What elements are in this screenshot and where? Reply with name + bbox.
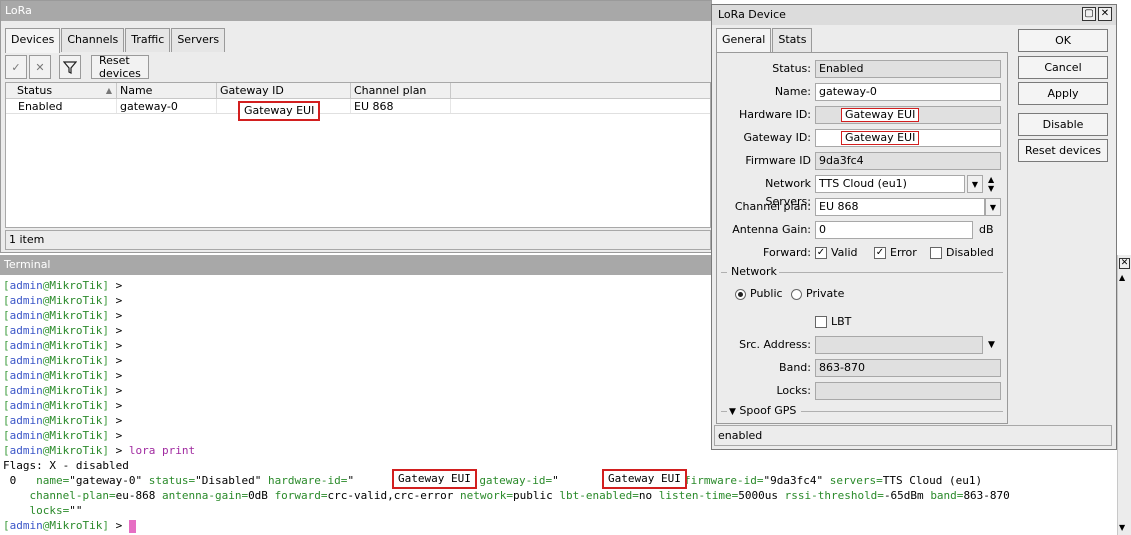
column-name[interactable]: Name bbox=[117, 83, 217, 98]
close-icon[interactable]: ✕ bbox=[1098, 7, 1112, 21]
locks-label: Locks: bbox=[776, 384, 811, 397]
table-row[interactable]: Enabled gateway-0 Gateway EUI EU 868 bbox=[6, 99, 710, 121]
lora-window: LoRa Devices Channels Traffic Servers ✓ … bbox=[0, 0, 712, 253]
firmware-id-label: Firmware ID bbox=[745, 154, 811, 167]
tab-channels[interactable]: Channels bbox=[61, 28, 125, 52]
lora-window-title: LoRa bbox=[1, 1, 711, 21]
checkbox-checked-icon: ✓ bbox=[874, 247, 886, 259]
tab-devices[interactable]: Devices bbox=[5, 28, 61, 53]
close-icon[interactable]: ✕ bbox=[1119, 258, 1130, 269]
apply-button[interactable]: Apply bbox=[1018, 82, 1108, 105]
network-servers-dropdown-icon[interactable]: ▼ bbox=[967, 175, 983, 193]
terminal-cursor bbox=[128, 519, 136, 533]
reorder-icon[interactable]: ▲ ▼ bbox=[988, 175, 994, 193]
item-count: 1 item bbox=[5, 230, 711, 250]
public-radio[interactable]: Public bbox=[735, 285, 783, 303]
cell-name: gateway-0 bbox=[117, 99, 217, 113]
band-field: 863-870 bbox=[815, 359, 1001, 377]
checkbox-checked-icon: ✓ bbox=[815, 247, 827, 259]
filter-button[interactable] bbox=[59, 55, 81, 79]
entry-line-2: channel-plan=eu-868 antenna-gain=0dB for… bbox=[29, 489, 1010, 502]
lora-tabs: Devices Channels Traffic Servers bbox=[5, 28, 226, 53]
antenna-gain-input[interactable]: 0 bbox=[815, 221, 973, 239]
hardware-id-redaction: Gateway EUI bbox=[392, 469, 477, 489]
gateway-id-input[interactable]: Gateway EUI bbox=[815, 129, 1001, 147]
tab-servers[interactable]: Servers bbox=[171, 28, 226, 52]
reset-devices-button[interactable]: Reset devices bbox=[1018, 139, 1108, 162]
network-servers-select[interactable]: TTS Cloud (eu1) bbox=[815, 175, 965, 193]
enable-button[interactable]: ✓ bbox=[5, 55, 27, 79]
entry-line-1: 0 name="gateway-0" status="Disabled" har… bbox=[3, 469, 1117, 489]
flags-line: Flags: X - disabled bbox=[3, 459, 129, 472]
antenna-gain-unit: dB bbox=[979, 223, 994, 236]
channel-plan-dropdown-icon[interactable]: ▼ bbox=[985, 198, 1001, 216]
collapse-triangle-icon: ▼ bbox=[729, 407, 736, 417]
terminal-scrollbar[interactable]: ✕ ▲ ▼ bbox=[1117, 255, 1131, 535]
lora-device-dialog: LoRa Device ▢ ✕ General Stats Status: En… bbox=[711, 4, 1117, 450]
column-spacer bbox=[451, 83, 710, 98]
filter-icon bbox=[63, 61, 77, 74]
hardware-id-label: Hardware ID: bbox=[738, 108, 811, 121]
ok-button[interactable]: OK bbox=[1018, 29, 1108, 52]
checkbox-unchecked-icon bbox=[930, 247, 942, 259]
cell-channel-plan: EU 868 bbox=[351, 99, 451, 113]
cancel-button[interactable]: Cancel bbox=[1018, 56, 1108, 79]
maximize-icon[interactable]: ▢ bbox=[1082, 7, 1096, 21]
cross-icon: ✕ bbox=[35, 60, 45, 74]
private-radio[interactable]: Private bbox=[791, 285, 844, 303]
hardware-id-redaction: Gateway EUI bbox=[841, 108, 920, 122]
dialog-status-bar: enabled bbox=[714, 425, 1112, 446]
channel-plan-label: Channel plan: bbox=[734, 200, 811, 213]
entry-line-3: locks="" bbox=[29, 504, 83, 517]
forward-label: Forward: bbox=[763, 246, 811, 259]
band-label: Band: bbox=[779, 361, 811, 374]
channel-plan-select[interactable]: EU 868 bbox=[815, 198, 985, 216]
tab-stats[interactable]: Stats bbox=[772, 28, 813, 52]
gateway-id-label: Gateway ID: bbox=[743, 131, 811, 144]
status-field: Enabled bbox=[815, 60, 1001, 78]
scroll-down-icon[interactable]: ▼ bbox=[1119, 523, 1125, 532]
dialog-title: LoRa Device bbox=[712, 5, 1116, 25]
spoof-gps-section[interactable]: ▼ Spoof GPS bbox=[721, 404, 1003, 419]
cell-gateway-id: Gateway EUI bbox=[217, 99, 351, 121]
firmware-id-field: 9da3fc4 bbox=[815, 152, 1001, 170]
src-address-field bbox=[815, 336, 983, 354]
gateway-id-redaction: Gateway EUI bbox=[602, 469, 687, 489]
src-address-label: Src. Address: bbox=[739, 338, 811, 351]
gateway-eui-redaction: Gateway EUI bbox=[238, 101, 321, 121]
name-label: Name: bbox=[774, 85, 811, 98]
radio-selected-icon bbox=[735, 288, 746, 300]
name-input[interactable]: gateway-0 bbox=[815, 83, 1001, 101]
disable-button[interactable]: Disable bbox=[1018, 113, 1108, 136]
dialog-tabs: General Stats bbox=[716, 28, 813, 52]
sort-asc-icon: ▲ bbox=[105, 86, 112, 95]
column-gateway-id[interactable]: Gateway ID bbox=[217, 83, 351, 98]
checkbox-unchecked-icon bbox=[815, 316, 827, 328]
tab-general[interactable]: General bbox=[716, 28, 772, 52]
locks-field bbox=[815, 382, 1001, 400]
forward-error-checkbox[interactable]: ✓ Error bbox=[874, 244, 917, 262]
table-header: Status ▲ Name Gateway ID Channel plan bbox=[6, 83, 710, 99]
radio-unselected-icon bbox=[791, 288, 802, 300]
general-panel: Status: Enabled Name: gateway-0 Hardware… bbox=[716, 52, 1008, 424]
check-icon: ✓ bbox=[11, 60, 21, 74]
column-channel-plan[interactable]: Channel plan bbox=[351, 83, 451, 98]
antenna-gain-label: Antenna Gain: bbox=[732, 223, 811, 236]
forward-valid-checkbox[interactable]: ✓ Valid bbox=[815, 244, 858, 262]
reset-devices-button[interactable]: Reset devices bbox=[91, 54, 149, 80]
forward-disabled-checkbox[interactable]: Disabled bbox=[930, 244, 994, 262]
status-label: Status: bbox=[772, 62, 811, 75]
tab-traffic[interactable]: Traffic bbox=[125, 28, 171, 52]
cell-status: Enabled bbox=[6, 99, 117, 113]
lbt-checkbox[interactable]: LBT bbox=[815, 313, 851, 331]
expand-down-icon[interactable]: ▼ bbox=[988, 336, 995, 354]
gateway-id-redaction: Gateway EUI bbox=[841, 131, 920, 145]
devices-table: Status ▲ Name Gateway ID Channel plan En… bbox=[5, 82, 711, 228]
hardware-id-field: Gateway EUI bbox=[815, 106, 1001, 124]
column-status[interactable]: Status ▲ bbox=[6, 83, 117, 98]
scroll-up-icon[interactable]: ▲ bbox=[1119, 273, 1125, 282]
current-prompt[interactable]: [admin@MikroTik] > bbox=[3, 518, 1117, 533]
disable-button[interactable]: ✕ bbox=[29, 55, 51, 79]
network-section: Network bbox=[721, 265, 1003, 279]
